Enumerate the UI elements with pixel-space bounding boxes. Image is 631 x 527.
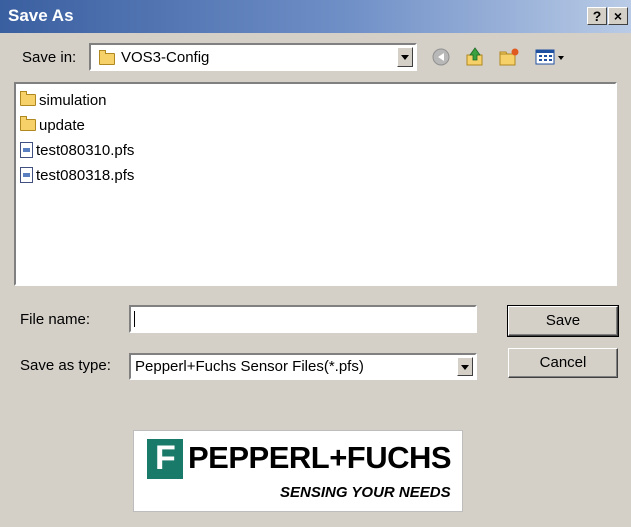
save-as-type-select[interactable]: Pepperl+Fuchs Sensor Files(*.pfs) (129, 353, 477, 380)
view-menu-button[interactable] (534, 46, 570, 68)
list-item-label: simulation (39, 91, 107, 109)
back-arrow-icon (432, 48, 450, 66)
save-as-dialog: Save As ? × Save in: VOS3-Config simulat… (0, 0, 631, 527)
chevron-down-icon[interactable] (457, 357, 473, 376)
file-name-label: File name: (20, 311, 91, 328)
list-item-label: test080310.pfs (36, 141, 135, 159)
list-item[interactable]: test080318.pfs (20, 166, 134, 188)
brand-tagline: SENSING YOUR NEEDS (280, 484, 451, 501)
title-bar: Save As ? × (0, 0, 631, 33)
cancel-button[interactable]: Cancel (508, 348, 618, 378)
chevron-down-icon[interactable] (397, 47, 413, 67)
folder-icon (20, 116, 36, 132)
save-in-combobox[interactable]: VOS3-Config (89, 43, 417, 71)
file-name-input[interactable] (129, 305, 477, 333)
save-as-type-label: Save as type: (20, 357, 111, 374)
list-item[interactable]: test080310.pfs (20, 141, 134, 163)
file-list[interactable]: simulation update test080310.pfs test080… (14, 82, 617, 286)
up-folder-icon (466, 47, 483, 66)
folder-icon (20, 91, 36, 107)
list-item[interactable]: simulation (20, 91, 107, 113)
help-button[interactable]: ? (587, 7, 607, 25)
list-item-label: test080318.pfs (36, 166, 135, 184)
brand-mark: F (147, 439, 183, 479)
list-item[interactable]: update (20, 116, 85, 138)
new-folder-icon (499, 48, 519, 66)
window-title: Save As (8, 6, 74, 25)
view-menu-icon (535, 49, 564, 65)
save-as-type-value: Pepperl+Fuchs Sensor Files(*.pfs) (135, 358, 364, 375)
save-in-label: Save in: (22, 49, 77, 66)
folder-icon (99, 50, 115, 65)
save-in-value: VOS3-Config (121, 49, 210, 66)
pfs-file-icon (20, 142, 33, 159)
list-item-label: update (39, 116, 85, 134)
pepperl-fuchs-logo: F PEPPERL+FUCHS SENSING YOUR NEEDS (133, 430, 463, 512)
pfs-file-icon (20, 167, 33, 184)
new-folder-button[interactable] (498, 46, 520, 68)
save-button[interactable]: Save (507, 305, 619, 337)
brand-name: PEPPERL+FUCHS (188, 440, 452, 475)
back-button[interactable] (430, 46, 452, 68)
close-button[interactable]: × (608, 7, 628, 25)
brand-mark-letter: F (155, 439, 176, 477)
text-cursor (134, 311, 135, 327)
up-folder-button[interactable] (464, 46, 486, 68)
